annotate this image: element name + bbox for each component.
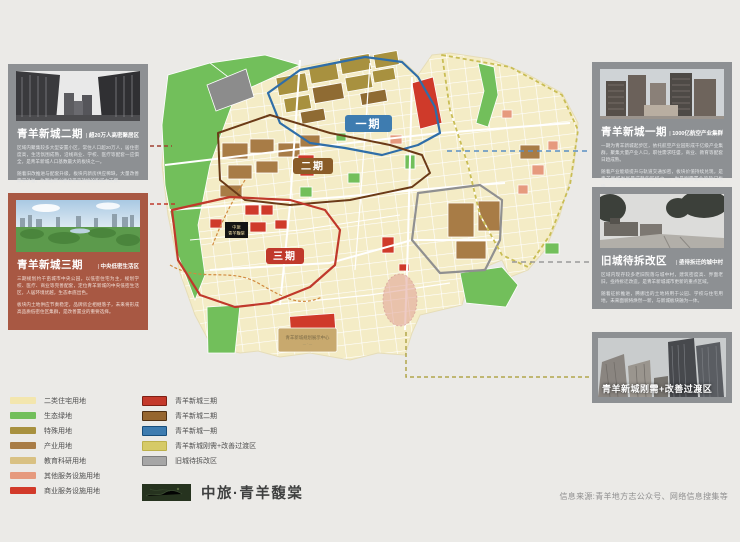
legend-swatch-industry <box>10 442 36 449</box>
legend-row: 商业服务设施用地 <box>10 487 100 495</box>
phase1-title: 青羊新城一期 <box>601 126 667 138</box>
callout-phase1: 青羊新城一期 1000亿航空产业集群 一期为青羊新城起步区，依托航空产业园形成千… <box>592 62 732 189</box>
callout-phase3: 青羊新城三期 中央低密生活区 三期规划约千亩城市中央公园，以低密住宅为主，规划学… <box>8 193 148 330</box>
legend-swatch-zone-oldtown <box>142 455 167 466</box>
legend-swatch-eco-green <box>10 412 36 419</box>
legend-label: 青羊新城三期 <box>175 397 217 405</box>
project-marker-line1: 中旅 <box>232 224 241 231</box>
legend-swatch-zone-phase1 <box>142 425 167 436</box>
oldtown-photo <box>600 194 724 248</box>
phase3-badge: 三期 <box>266 248 304 264</box>
callout-transition: 青羊新城刚需+改善过渡区 <box>592 332 732 403</box>
brand-name: 中旅·青羊馥棠 <box>201 486 304 502</box>
transition-caption: 青羊新城刚需+改善过渡区 <box>602 384 713 394</box>
legend-swatch-zone-phase3 <box>142 395 167 406</box>
phase3-paragraph-2: 板块内土地供应节奏稳定，品牌房企相继落子，未来将形成高品质低密住区集群，是改善置… <box>17 302 139 315</box>
legend-zones: 青羊新城三期 青羊新城二期 青羊新城一期 青羊新城刚需+改善过渡区 旧城待拆改区 <box>142 395 257 471</box>
phase3-photo <box>16 200 140 252</box>
phase2-paragraph-1: 区域内聚集较多大型安置小区，常住人口超20万人，居住密度高，生活氛围成熟，沿线商… <box>17 145 139 165</box>
phase3-title: 青羊新城三期 <box>17 259 83 271</box>
legend-row: 青羊新城一期 <box>142 425 256 436</box>
phase2-photo <box>16 71 140 121</box>
legend-row: 旧城待拆改区 <box>142 455 256 466</box>
project-marker-line2: 青羊馥棠 <box>228 230 246 237</box>
legend-row: 青羊新城刚需+改善过渡区 <box>142 440 257 451</box>
legend-label: 二类住宅用地 <box>44 397 86 405</box>
oldtown-subtitle: 亟待拆迁的城中村 <box>676 258 723 266</box>
legend-label: 产业用地 <box>44 442 72 450</box>
callout-oldtown: 旧城待拆改区 亟待拆迁的城中村 区域内现存较多老旧院落与城中村，建筑密度高、界面… <box>592 187 732 309</box>
legend-label: 其他服务设施用地 <box>44 472 100 480</box>
phase2-subtitle: 超20万人高密聚居区 <box>86 131 139 139</box>
legend-row: 产业用地 <box>10 442 100 450</box>
callout-phase2: 青羊新城二期 超20万人高密聚居区 区域内聚集较多大型安置小区，常住人口超20万… <box>8 64 148 183</box>
exhibition-center-block: 青羊新城规划展示中心 — · — <box>277 327 338 353</box>
legend-swatch-residential <box>10 397 36 404</box>
legend-label: 教育科研用地 <box>44 457 86 465</box>
phase1-subtitle: 1000亿航空产业集群 <box>669 129 723 137</box>
legend-swatch-special <box>10 427 36 434</box>
project-location-marker: 中旅 青羊馥棠 <box>225 222 248 238</box>
legend-swatch-zone-transition <box>142 440 167 451</box>
legend-row: 青羊新城二期 <box>142 410 256 421</box>
phase1-paragraph-1: 一期为青羊新城起步区，依托航空产业园形成千亿级产业集群，聚集大量产业人口，职住需… <box>601 143 723 163</box>
phase2-title: 青羊新城二期 <box>17 128 83 140</box>
legend-label: 旧城待拆改区 <box>175 457 217 465</box>
exhibition-center-label: 青羊新城规划展示中心 <box>286 334 331 341</box>
source-note: 信息来源:青羊地方志公众号、网络信息搜集等 <box>559 492 728 501</box>
legend-swatch-other-service <box>10 472 36 479</box>
phase2-paragraph-2: 随着旧改推进与配套升级，板块内新房供应稀缺，大量改善需求外溢，为周边新兴板块带来… <box>17 171 139 184</box>
phase3-paragraph-1: 三期规划约千亩城市中央公园，以低密住宅为主，规划学校、医疗、商业等完善配套，定位… <box>17 276 139 296</box>
legend-row: 青羊新城三期 <box>142 395 256 406</box>
legend-row: 生态绿地 <box>10 412 100 420</box>
legend-row: 二类住宅用地 <box>10 397 100 405</box>
svg-text:— · —: — · — <box>303 342 313 346</box>
legend-swatch-zone-phase2 <box>142 410 167 421</box>
legend-label: 特殊用地 <box>44 427 72 435</box>
oldtown-title: 旧城待拆改区 <box>601 255 667 267</box>
phase1-badge-label: 一期 <box>356 117 382 131</box>
legend-row: 特殊用地 <box>10 427 100 435</box>
legend-label: 青羊新城二期 <box>175 412 217 420</box>
legend-label: 青羊新城刚需+改善过渡区 <box>175 442 257 450</box>
sports-park-circle <box>382 273 418 327</box>
phase2-badge-label: 二期 <box>301 160 325 173</box>
logo-image <box>142 484 191 501</box>
brand-logo: 中旅·青羊馥棠 <box>142 482 303 503</box>
legend-swatch-education <box>10 457 36 464</box>
phase3-badge-label: 三期 <box>273 250 297 263</box>
legend-label: 商业服务设施用地 <box>44 487 100 495</box>
legend-label: 生态绿地 <box>44 412 72 420</box>
oldtown-paragraph-1: 区域内现存较多老旧院落与城中村，建筑密度高、界面老旧，亟待拆迁改造，是青羊新城城… <box>601 272 723 285</box>
planning-map: 一期 二期 三期 中旅 青羊馥棠 青羊新城规划展示中心 — · — <box>161 50 579 361</box>
planning-poster: { "colors": { "page_bg": "#ebeae7", "gra… <box>0 0 740 542</box>
legend-swatch-commercial <box>10 487 36 494</box>
phase2-badge: 二期 <box>293 158 333 174</box>
legend-row: 教育科研用地 <box>10 457 100 465</box>
phase1-badge: 一期 <box>345 115 392 132</box>
legend-label: 青羊新城一期 <box>175 427 217 435</box>
phase3-subtitle: 中央低密生活区 <box>98 262 139 270</box>
legend-row: 其他服务设施用地 <box>10 472 100 480</box>
oldtown-paragraph-2: 随着征拆推进，腾挪出的土地将用于公园、学校与住宅用地，未来面貌将焕然一新，与新城… <box>601 291 723 304</box>
phase1-photo <box>600 69 724 119</box>
legend-landuse: 二类住宅用地 生态绿地 特殊用地 产业用地 教育科研用地 其他服务设施用地 商业… <box>10 397 100 502</box>
